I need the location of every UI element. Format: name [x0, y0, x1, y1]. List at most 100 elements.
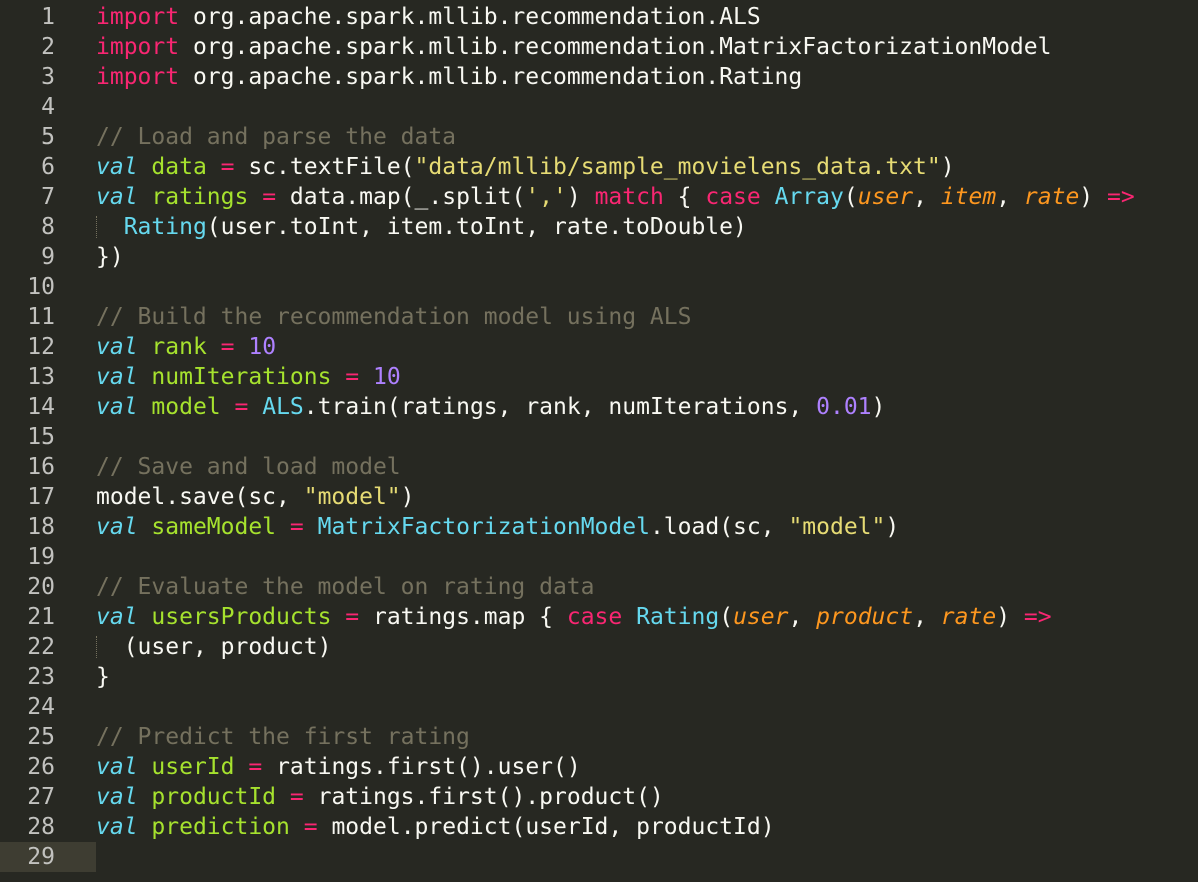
code-token: ): [996, 604, 1024, 630]
code-text[interactable]: val productId = ratings.first().product(…: [87, 782, 664, 812]
code-token: Rating: [123, 214, 207, 240]
code-text[interactable]: // Save and load model: [87, 452, 401, 482]
code-line[interactable]: 8 Rating(user.toInt, item.toInt, rate.to…: [0, 212, 1198, 242]
code-text[interactable]: // Load and parse the data: [87, 122, 456, 152]
code-text[interactable]: model.save(sc, "model"): [87, 482, 415, 512]
code-line[interactable]: 27 val productId = ratings.first().produc…: [0, 782, 1198, 812]
code-text[interactable]: // Predict the first rating: [87, 722, 470, 752]
code-line[interactable]: 7 val ratings = data.map(_.split(',') mat…: [0, 182, 1198, 212]
code-line[interactable]: 17 model.save(sc, "model"): [0, 482, 1198, 512]
code-token: ',': [525, 184, 567, 210]
code-text[interactable]: // Evaluate the model on rating data: [87, 572, 595, 602]
code-text[interactable]: val userId = ratings.first().user(): [87, 752, 581, 782]
line-number: 8: [41, 214, 55, 240]
code-line[interactable]: 29: [0, 842, 1198, 872]
code-line[interactable]: 18 val sameModel = MatrixFactorizationMod…: [0, 512, 1198, 542]
code-token: (user.toInt, item.toInt, rate.toDouble): [206, 214, 747, 240]
code-token: ): [566, 184, 595, 210]
code-text[interactable]: }): [87, 242, 124, 272]
line-number: 20: [27, 574, 55, 600]
code-line[interactable]: 9}): [0, 242, 1198, 272]
code-text[interactable]: val model = ALS.train(ratings, rank, num…: [87, 392, 885, 422]
code-token: model: [151, 394, 221, 420]
code-editor[interactable]: 1 import org.apache.spark.mllib.recommend…: [0, 0, 1198, 882]
code-text[interactable]: val numIterations = 10: [87, 362, 401, 392]
code-line[interactable]: 20 // Evaluate the model on rating data: [0, 572, 1198, 602]
code-token: rate: [1023, 184, 1080, 210]
code-text[interactable]: // Build the recommendation model using …: [87, 302, 691, 332]
code-text[interactable]: val rank = 10: [87, 332, 276, 362]
code-line[interactable]: 15: [0, 422, 1198, 452]
code-token: 0.01: [816, 394, 872, 420]
code-text[interactable]: Rating(user.toInt, item.toInt, rate.toDo…: [87, 212, 747, 242]
code-text[interactable]: [87, 92, 96, 122]
code-token: item: [940, 184, 997, 210]
code-text[interactable]: [87, 542, 96, 572]
code-line[interactable]: 6 val data = sc.textFile("data/mllib/samp…: [0, 152, 1198, 182]
code-token: userId: [151, 754, 235, 780]
code-text[interactable]: [87, 422, 96, 452]
code-token: usersProducts: [151, 604, 332, 630]
code-line[interactable]: 4: [0, 92, 1198, 122]
code-token: }: [96, 664, 110, 690]
code-text[interactable]: import org.apache.spark.mllib.recommenda…: [87, 32, 1051, 62]
code-token: =: [262, 184, 277, 210]
line-number: 17: [27, 484, 55, 510]
code-line[interactable]: 2 import org.apache.spark.mllib.recommend…: [0, 32, 1198, 62]
code-text[interactable]: val prediction = model.predict(userId, p…: [87, 812, 775, 842]
code-line[interactable]: 22 (user, product): [0, 632, 1198, 662]
code-text[interactable]: val ratings = data.map(_.split(',') matc…: [87, 182, 1135, 212]
code-text[interactable]: import org.apache.spark.mllib.recommenda…: [87, 2, 761, 32]
code-line[interactable]: 11 // Build the recommendation model usin…: [0, 302, 1198, 332]
code-token: org.apache.spark.mllib.recommendation.Ra…: [179, 64, 803, 90]
code-line[interactable]: 5 // Load and parse the data: [0, 122, 1198, 152]
code-text[interactable]: val sameModel = MatrixFactorizationModel…: [87, 512, 899, 542]
line-number: 7: [41, 184, 55, 210]
code-token: productId: [151, 784, 277, 810]
code-text[interactable]: }: [87, 662, 110, 692]
code-text[interactable]: [87, 842, 96, 872]
code-line[interactable]: 12 val rank = 10: [0, 332, 1198, 362]
line-number: 26: [27, 754, 55, 780]
code-line[interactable]: 25 // Predict the first rating: [0, 722, 1198, 752]
line-number: 15: [27, 424, 55, 450]
code-token: val: [96, 334, 138, 360]
code-line[interactable]: 3 import org.apache.spark.mllib.recommend…: [0, 62, 1198, 92]
code-line[interactable]: 13 val numIterations = 10: [0, 362, 1198, 392]
code-text[interactable]: [87, 272, 96, 302]
code-text[interactable]: val usersProducts = ratings.map { case R…: [87, 602, 1052, 632]
code-token: data: [151, 154, 207, 180]
code-text[interactable]: import org.apache.spark.mllib.recommenda…: [87, 62, 802, 92]
code-line[interactable]: 28 val prediction = model.predict(userId,…: [0, 812, 1198, 842]
code-text[interactable]: val data = sc.textFile("data/mllib/sampl…: [87, 152, 955, 182]
line-number: 2: [41, 34, 55, 60]
code-token: ): [871, 394, 886, 420]
code-line[interactable]: 10: [0, 272, 1198, 302]
indent-guide: [96, 212, 124, 242]
code-token: // Save and load model: [96, 454, 401, 480]
code-token: ,: [788, 604, 817, 630]
line-number: 3: [41, 64, 55, 90]
code-line[interactable]: 19: [0, 542, 1198, 572]
code-line[interactable]: 21 val usersProducts = ratings.map { case…: [0, 602, 1198, 632]
code-text[interactable]: (user, product): [87, 632, 331, 662]
code-line[interactable]: 1 import org.apache.spark.mllib.recommend…: [0, 2, 1198, 32]
code-line[interactable]: 14 val model = ALS.train(ratings, rank, n…: [0, 392, 1198, 422]
code-line[interactable]: 24: [0, 692, 1198, 722]
code-line[interactable]: 23}: [0, 662, 1198, 692]
code-line[interactable]: 16 // Save and load model: [0, 452, 1198, 482]
code-line[interactable]: 26 val userId = ratings.first().user(): [0, 752, 1198, 782]
line-number: 19: [27, 544, 55, 570]
code-text[interactable]: [87, 692, 96, 722]
code-token: // Build the recommendation model using …: [96, 304, 692, 330]
code-token: ,: [913, 604, 941, 630]
code-token: val: [96, 514, 138, 540]
code-token: val: [96, 814, 138, 840]
